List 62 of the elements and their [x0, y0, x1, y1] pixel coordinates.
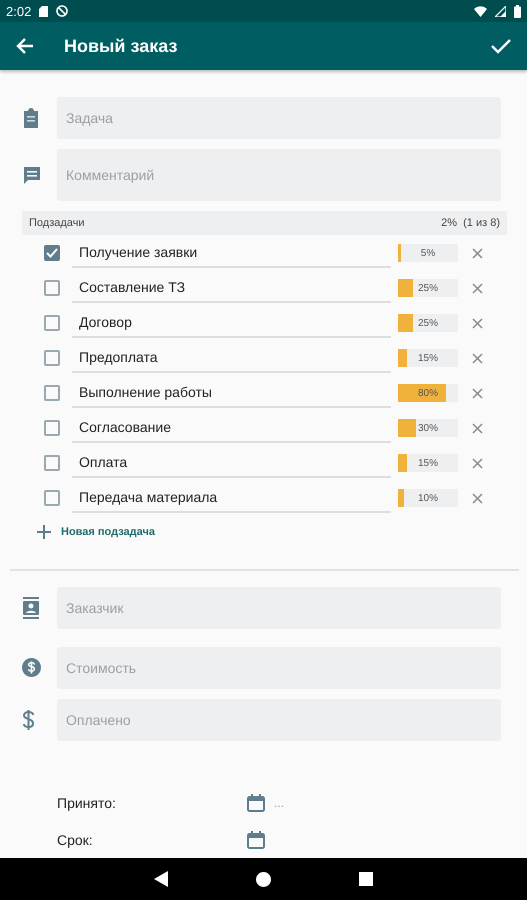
subtask-name-field[interactable]: Передача материала [72, 483, 391, 514]
checkbox[interactable] [44, 350, 60, 366]
subtask-name-field[interactable]: Оплата [72, 448, 391, 478]
calendar-icon [247, 830, 265, 849]
dollar-coin-icon [22, 658, 41, 678]
input-field[interactable]: Стоимость [57, 646, 501, 689]
delete-button[interactable] [472, 422, 483, 434]
screen-title: Новый заказ [64, 36, 178, 56]
checkbox[interactable] [44, 455, 60, 472]
progress-reading: 80% [416, 386, 439, 401]
subtask-name-field[interactable]: Предоплата [72, 343, 391, 374]
clipboard-icon [22, 108, 40, 128]
date-picker-button[interactable] [247, 794, 265, 812]
delete-button[interactable] [472, 492, 483, 504]
contact-card-icon [22, 596, 40, 619]
checkbox[interactable] [44, 490, 60, 506]
dollar-icon [22, 710, 35, 730]
checkbox[interactable] [44, 315, 60, 332]
back-nav-button[interactable] [154, 871, 168, 887]
delete-button[interactable] [472, 388, 483, 399]
comment-icon [22, 166, 42, 184]
progress-reading: 15% [416, 352, 439, 366]
input-field[interactable]: Оплачено [57, 698, 501, 741]
input-field[interactable]: Заказчик [57, 586, 501, 629]
subtask-name-field[interactable]: Согласование [72, 413, 391, 444]
subtask-name-field[interactable]: Выполнение работы [72, 378, 391, 408]
input-field[interactable]: Задача [57, 97, 501, 139]
progress-reading: 25% [416, 316, 439, 331]
date-label: Срок: [57, 832, 94, 848]
checkbox[interactable] [44, 420, 60, 436]
date-label: Принято: [57, 795, 117, 812]
add-subtask-button[interactable]: Новая подзадача [37, 524, 155, 539]
progress-reading: 30% [416, 422, 439, 436]
progress-reading: 15% [416, 456, 439, 471]
progress-reading: 5% [420, 246, 436, 261]
delete-button[interactable] [472, 248, 483, 259]
subtasks-summary: 2% (1 из 8) [441, 216, 500, 229]
date-picker-button[interactable] [247, 830, 265, 849]
battery-icon [514, 4, 521, 18]
wifi-icon [474, 6, 487, 16]
subtask-name-field[interactable]: Получение заявки [72, 238, 391, 268]
input-field[interactable]: Комментарий [57, 149, 501, 201]
status-time: 2:02 [6, 4, 32, 18]
subtasks-title: Подзадачи [29, 216, 85, 229]
subtask-name-field[interactable]: Составление ТЗ [72, 273, 391, 304]
signal-icon [495, 6, 506, 16]
progress-reading: 10% [416, 492, 439, 506]
delete-button[interactable] [472, 458, 483, 469]
date-value: ... [274, 796, 284, 810]
progress-reading: 25% [416, 282, 439, 296]
checkbox[interactable] [44, 245, 60, 262]
delete-button[interactable] [472, 282, 483, 294]
subtask-name-field[interactable]: Договор [72, 308, 391, 338]
calendar-icon [247, 794, 265, 812]
home-nav-button[interactable] [256, 872, 271, 886]
sd-card-icon [39, 6, 48, 16]
checkbox[interactable] [44, 385, 60, 402]
delete-button[interactable] [472, 318, 483, 329]
checkbox[interactable] [44, 280, 60, 296]
plus-icon [37, 524, 51, 539]
blocked-icon [56, 5, 68, 17]
delete-button[interactable] [472, 352, 483, 364]
